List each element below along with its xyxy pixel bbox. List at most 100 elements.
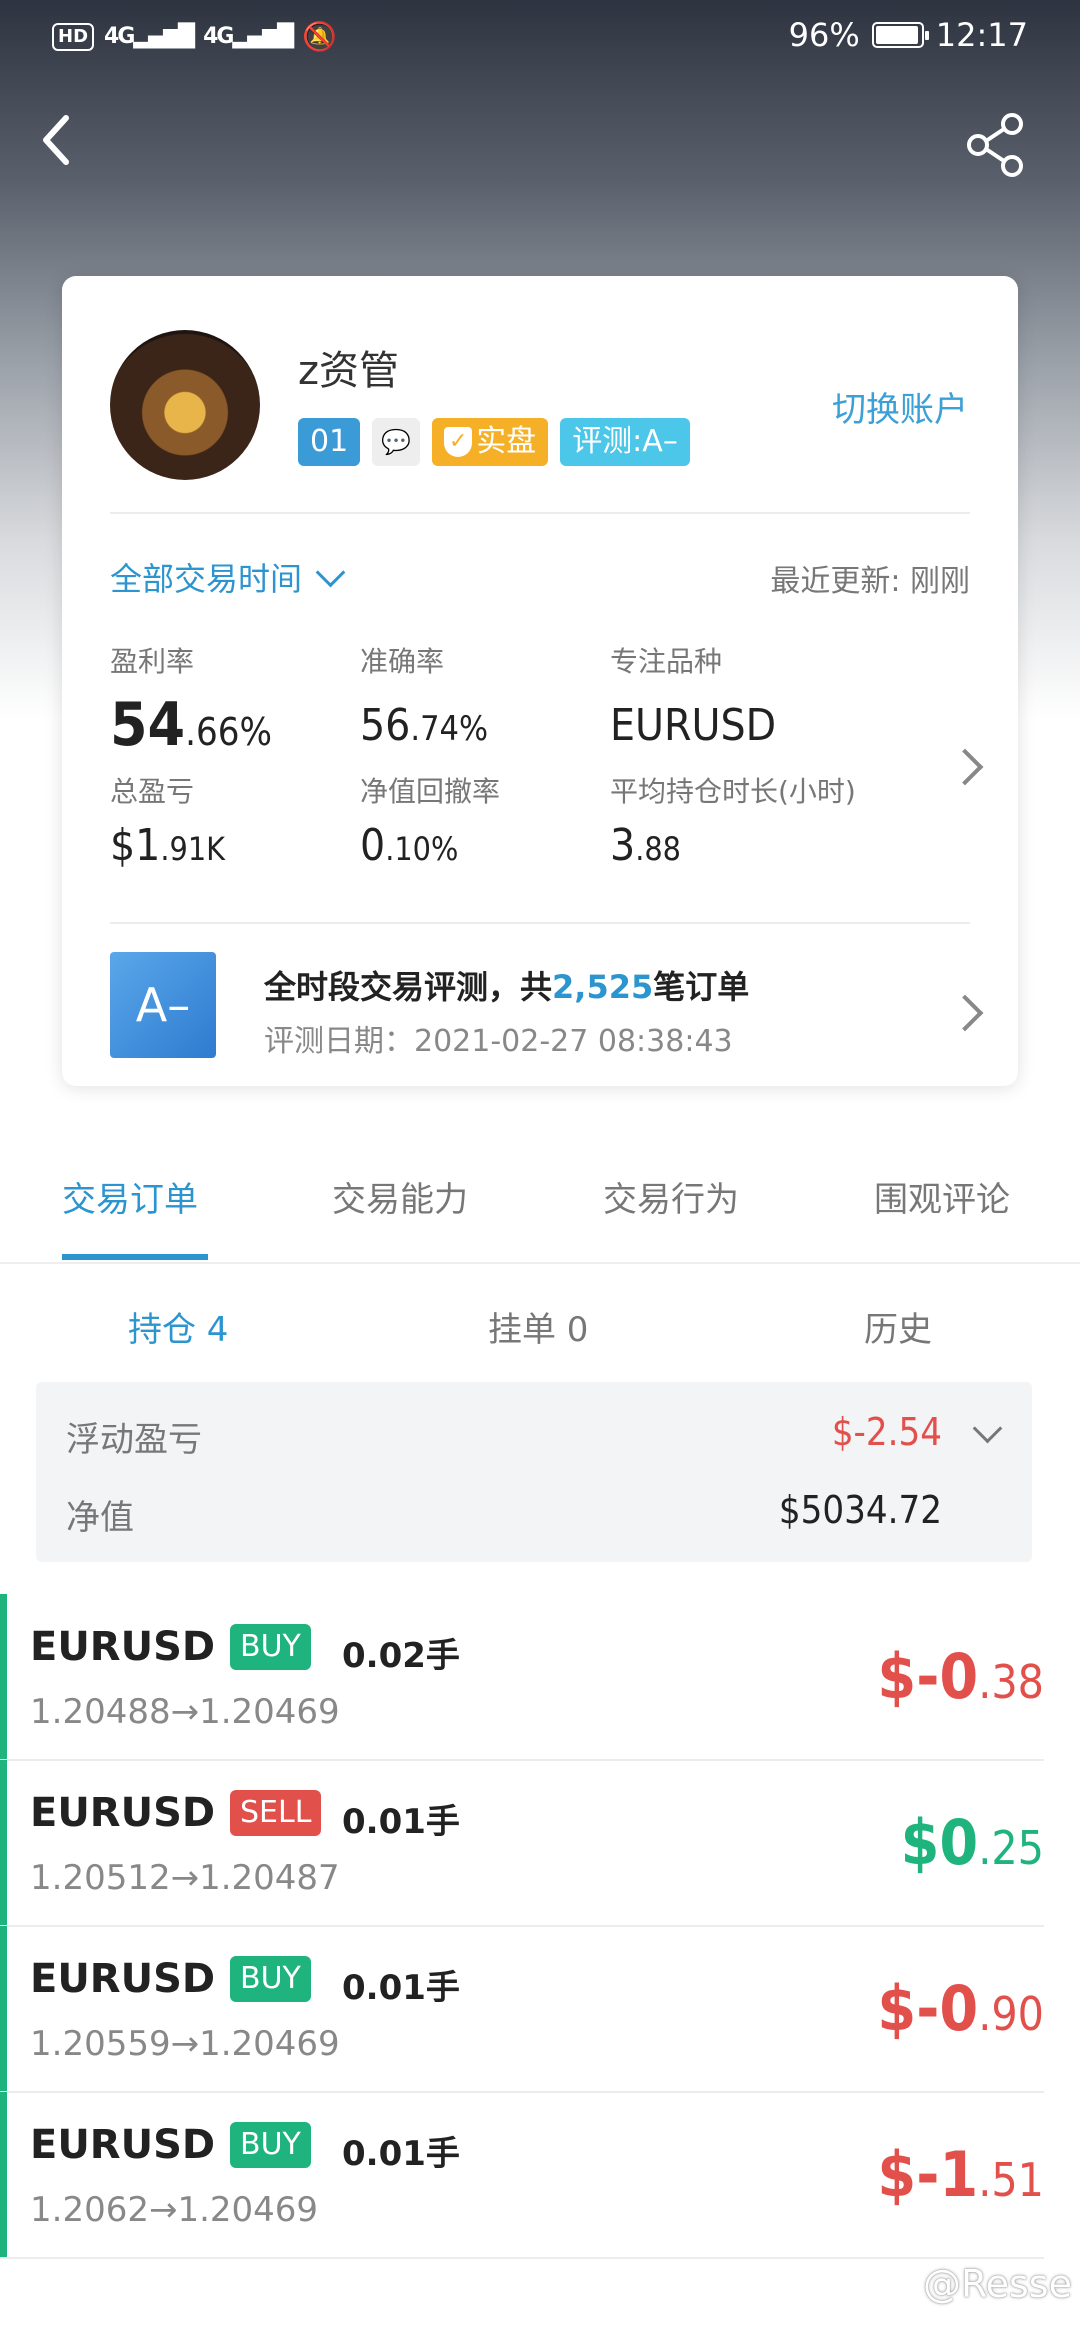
stat-value: $1.91K xyxy=(110,820,225,871)
order-row[interactable]: EURUSD BUY 0.01手 1.2062→1.20469 $-1.51 xyxy=(0,2092,1044,2259)
order-pnl-dec: .38 xyxy=(978,1655,1044,1709)
stat-value-int: 0 xyxy=(360,820,386,871)
evaluation-date: 评测日期：2021-02-27 08:38:43 xyxy=(264,1024,733,1059)
username: z资管 xyxy=(298,348,399,394)
main-tabs: 交易订单 交易能力 交易行为 围观评论 xyxy=(0,1150,1080,1264)
order-symbol: EURUSD xyxy=(30,2122,216,2168)
stat-profit-rate: 盈利率 54.66% xyxy=(110,640,272,760)
grade-icon: A– xyxy=(110,952,216,1058)
stat-value-dec: .66% xyxy=(185,710,272,754)
stat-value-int: 54 xyxy=(110,690,186,760)
stat-label: 平均持仓时长(小时) xyxy=(610,775,856,808)
order-row[interactable]: EURUSD BUY 0.02手 1.20488→1.20469 $-0.38 xyxy=(0,1594,1044,1761)
subtab-positions[interactable]: 持仓 4 xyxy=(128,1302,228,1351)
stat-value: 56.74% xyxy=(360,700,488,751)
evaluation-title-post: 笔订单 xyxy=(653,968,750,1006)
tab-orders[interactable]: 交易订单 xyxy=(62,1172,198,1221)
signal-sim2: 4G▂▄▆█ xyxy=(203,24,294,49)
position-summary[interactable]: 浮动盈亏 $-2.54 净值 $5034.72 xyxy=(36,1382,1032,1562)
tab-behavior[interactable]: 交易行为 xyxy=(603,1172,739,1221)
chevron-right-icon[interactable] xyxy=(946,994,984,1032)
order-pnl-int: $-0 xyxy=(877,1972,979,2045)
equity-value: $5034.72 xyxy=(778,1488,942,1532)
order-symbol: EURUSD xyxy=(30,1624,216,1670)
chevron-down-icon[interactable] xyxy=(972,1413,1003,1444)
chevron-right-icon[interactable] xyxy=(946,748,984,786)
row-accent-bar xyxy=(0,2092,7,2257)
order-symbol: EURUSD xyxy=(30,1956,216,2002)
last-updated: 最近更新: 刚刚 xyxy=(770,564,970,599)
order-pnl: $0.25 xyxy=(901,1806,1044,1879)
order-pnl-int: $-0 xyxy=(877,1640,979,1713)
back-icon[interactable] xyxy=(36,110,96,182)
share-icon[interactable] xyxy=(966,112,1030,184)
order-prices: 1.20559→1.20469 xyxy=(30,2024,340,2064)
divider xyxy=(110,922,970,924)
stat-value-dec: .10% xyxy=(385,830,459,868)
active-tab-indicator xyxy=(62,1254,208,1260)
sub-tabs: 持仓 4 挂单 0 历史 xyxy=(0,1290,1080,1370)
order-prices: 1.20488→1.20469 xyxy=(30,1692,340,1732)
chevron-down-icon xyxy=(315,557,346,587)
clock: 12:17 xyxy=(935,16,1028,54)
stat-avg-hold: 平均持仓时长(小时) 3.88 xyxy=(610,770,856,871)
order-prices: 1.20512→1.20487 xyxy=(30,1858,340,1898)
subtab-history[interactable]: 历史 xyxy=(864,1302,932,1351)
evaluation-title: 全时段交易评测，共2,525笔订单 xyxy=(264,962,749,1008)
stat-label: 专注品种 xyxy=(610,645,723,678)
stat-value-dec: .91K xyxy=(160,830,225,868)
check-shield-icon: ✓ xyxy=(444,427,473,457)
switch-account-button[interactable]: 切换账户 xyxy=(832,382,968,431)
evaluation-title-pre: 全时段交易评测，共 xyxy=(264,968,553,1006)
stat-value-dec: .74% xyxy=(410,709,489,749)
stat-label: 净值回撤率 xyxy=(360,775,501,808)
floating-pnl-label: 浮动盈亏 xyxy=(66,1420,202,1460)
stat-focus-symbol: 专注品种 EURUSD xyxy=(610,640,776,751)
mute-icon: 🔕 xyxy=(302,20,338,53)
signal-sim1-label: 4G xyxy=(104,24,135,49)
battery-percent: 96% xyxy=(788,16,860,54)
order-row[interactable]: EURUSD BUY 0.01手 1.20559→1.20469 $-0.90 xyxy=(0,1926,1044,2093)
stat-value: 54.66% xyxy=(110,690,272,760)
stat-value-int: $1 xyxy=(110,820,161,871)
real-account-badge: ✓ 实盘 xyxy=(432,418,549,466)
tab-comments[interactable]: 围观评论 xyxy=(874,1172,1010,1221)
order-prices: 1.2062→1.20469 xyxy=(30,2190,319,2230)
stat-value: 0.10% xyxy=(360,820,500,871)
level-badge: 01 xyxy=(298,418,361,466)
period-selector[interactable]: 全部交易时间 xyxy=(110,554,346,600)
equity-label: 净值 xyxy=(66,1498,134,1538)
order-pnl-dec: .25 xyxy=(978,1821,1044,1875)
evaluation-order-count: 2,525 xyxy=(552,968,654,1006)
watermark: @Resse xyxy=(922,2262,1072,2306)
stat-label: 盈利率 xyxy=(110,645,195,678)
hd-indicator: HD xyxy=(52,22,95,51)
order-symbol: EURUSD xyxy=(30,1790,216,1836)
row-accent-bar xyxy=(0,1760,7,1925)
order-side-badge: SELL xyxy=(230,1790,322,1836)
order-pnl: $-0.90 xyxy=(877,1972,1044,2045)
stat-accuracy: 准确率 56.74% xyxy=(360,640,488,751)
stat-label: 准确率 xyxy=(360,645,445,678)
floating-pnl-value: $-2.54 xyxy=(831,1410,942,1454)
signal-sim2-label: 4G xyxy=(203,24,234,49)
order-pnl-int: $-1 xyxy=(877,2138,979,2211)
subtab-pending[interactable]: 挂单 0 xyxy=(488,1302,588,1351)
profile-card: z资管 01 💬 ✓ 实盘 评测:A– 切换账户 全部交易时间 最近更新: 刚刚… xyxy=(62,276,1018,1086)
order-pnl: $-0.38 xyxy=(877,1640,1044,1713)
status-bar: HD 4G▂▄▆█ 4G▂▄▆█ 🔕 96% 12:17 xyxy=(0,0,1080,76)
stat-value-dec: .88 xyxy=(635,830,681,868)
chat-icon[interactable]: 💬 xyxy=(372,418,421,466)
stat-drawdown: 净值回撤率 0.10% xyxy=(360,770,500,871)
stat-total-pnl: 总盈亏 $1.91K xyxy=(110,770,225,871)
row-accent-bar xyxy=(0,1926,7,2091)
order-side-badge: BUY xyxy=(230,1624,311,1670)
order-side-badge: BUY xyxy=(230,1956,311,2002)
order-pnl-dec: .51 xyxy=(978,2153,1044,2207)
tab-ability[interactable]: 交易能力 xyxy=(332,1172,468,1221)
order-lots: 0.02手 xyxy=(342,1636,460,1676)
order-row[interactable]: EURUSD SELL 0.01手 1.20512→1.20487 $0.25 xyxy=(0,1760,1044,1927)
avatar[interactable] xyxy=(110,330,260,480)
order-lots: 0.01手 xyxy=(342,1968,460,2008)
order-pnl-dec: .90 xyxy=(978,1987,1044,2041)
